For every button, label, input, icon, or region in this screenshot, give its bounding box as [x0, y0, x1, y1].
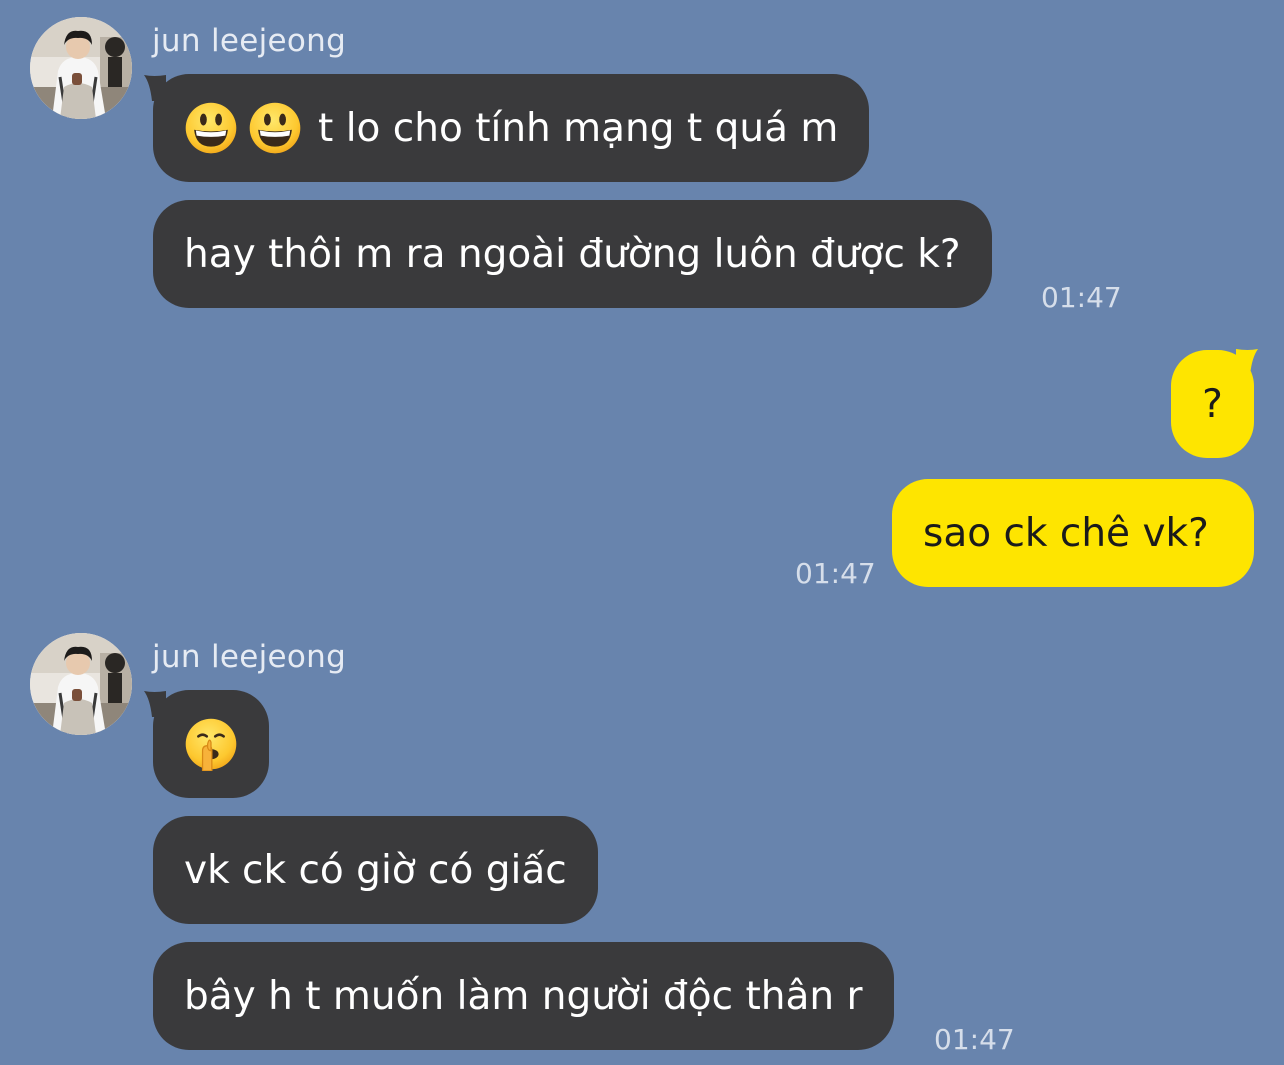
sender-name: jun leejeong — [152, 23, 347, 59]
grinning-face-icon — [248, 101, 302, 155]
message-text: ? — [1202, 381, 1223, 427]
message-timestamp: 01:47 — [1041, 281, 1122, 314]
profile-photo-icon — [30, 17, 132, 119]
message-bubble-outgoing[interactable]: sao ck chê vk? — [892, 479, 1254, 587]
message-bubble-incoming[interactable]: vk ck có giờ có giấc — [153, 816, 598, 924]
message-text: sao ck chê vk? — [923, 510, 1209, 556]
message-text: hay thôi m ra ngoài đường luôn được k? — [184, 231, 961, 277]
message-text: t lo cho tính mạng t quá m — [318, 105, 839, 151]
message-text: bây h t muốn làm người độc thân r — [184, 973, 863, 1019]
sender-name: jun leejeong — [152, 639, 347, 675]
message-text: vk ck có giờ có giấc — [184, 847, 567, 893]
message-bubble-incoming[interactable] — [153, 690, 269, 798]
message-timestamp: 01:47 — [934, 1023, 1015, 1056]
avatar[interactable] — [30, 17, 132, 119]
profile-photo-icon — [30, 633, 132, 735]
message-bubble-incoming[interactable]: bây h t muốn làm người độc thân r — [153, 942, 894, 1050]
message-bubble-outgoing[interactable]: ? — [1171, 350, 1254, 458]
avatar[interactable] — [30, 633, 132, 735]
shushing-face-icon — [184, 717, 238, 771]
message-timestamp: 01:47 — [795, 557, 876, 590]
message-bubble-incoming[interactable]: hay thôi m ra ngoài đường luôn được k? — [153, 200, 992, 308]
grinning-face-icon — [184, 101, 238, 155]
message-bubble-incoming[interactable]: t lo cho tính mạng t quá m — [153, 74, 870, 182]
